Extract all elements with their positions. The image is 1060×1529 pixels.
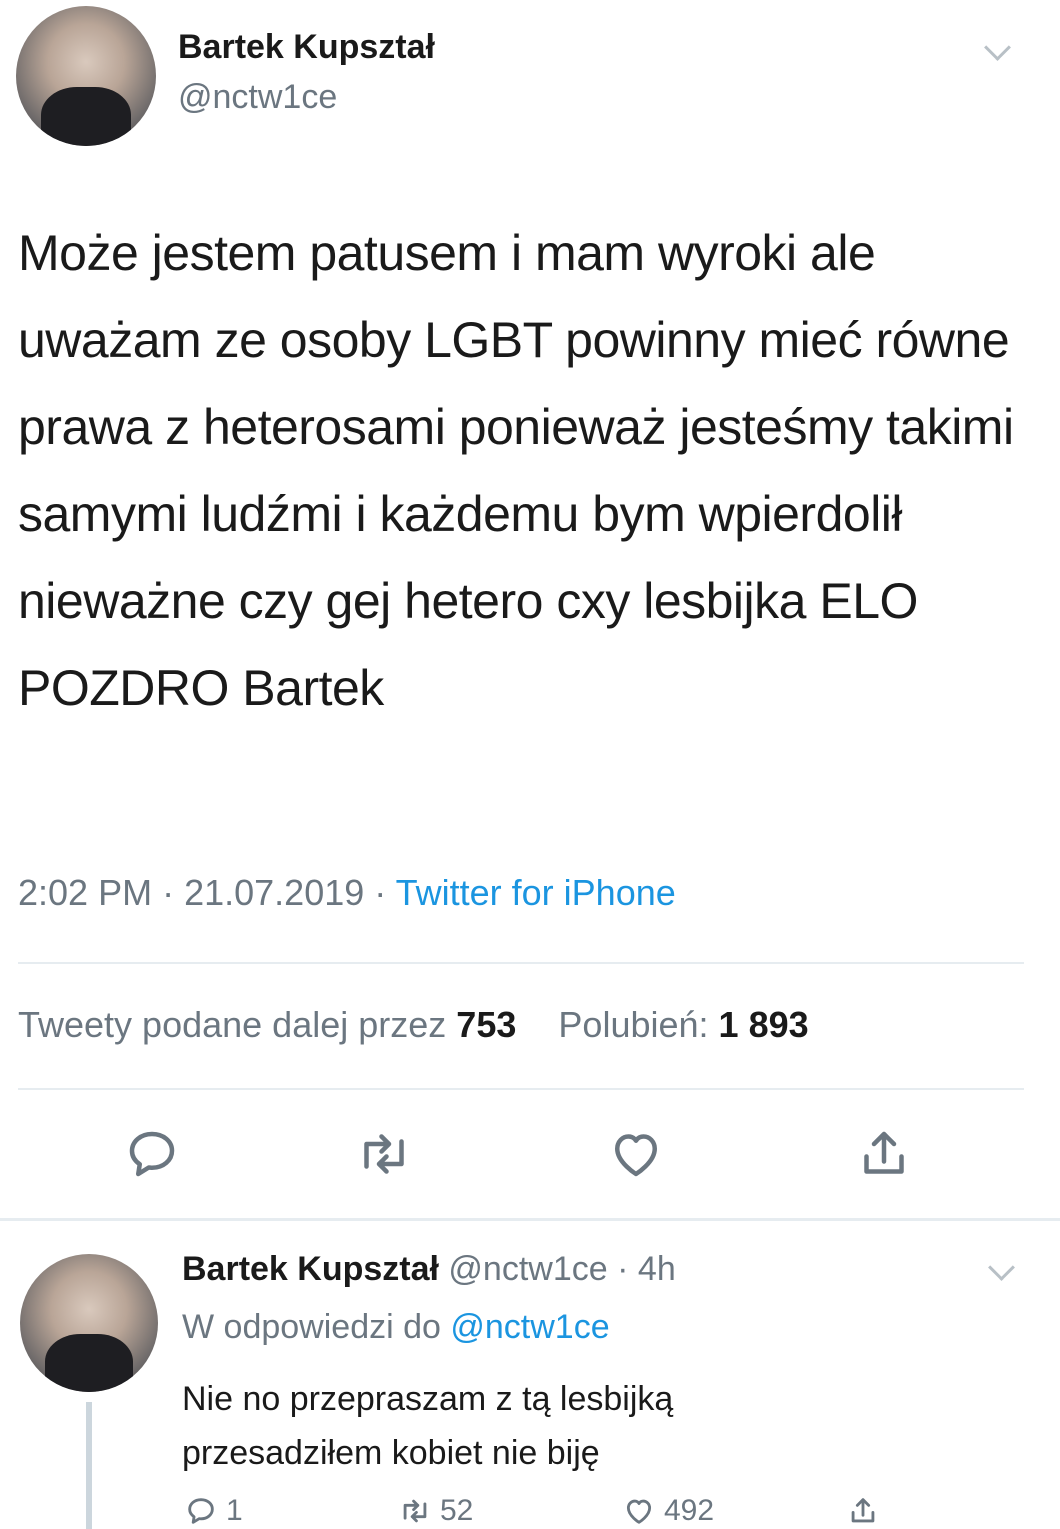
tweet-source-link[interactable]: Twitter for iPhone bbox=[396, 872, 676, 913]
reply-text-line: Nie no przepraszam z tą lesbijką bbox=[182, 1380, 674, 1418]
thread-line bbox=[86, 1402, 92, 1529]
author-handle[interactable]: @nctw1ce bbox=[178, 78, 337, 117]
reply-separator: · bbox=[617, 1250, 638, 1288]
reply-header: Bartek Kupształ @nctw1ce · 4h bbox=[182, 1250, 676, 1289]
meta-separator: · bbox=[374, 872, 396, 913]
likes-label[interactable]: Polubień: bbox=[558, 1004, 708, 1045]
likes-count[interactable]: 1 893 bbox=[719, 1004, 809, 1045]
tweet-text: Może jestem patusem i mam wyroki ale uwa… bbox=[18, 225, 1014, 716]
reply-share-button[interactable] bbox=[846, 1494, 880, 1528]
tweet-time: 2:02 PM bbox=[18, 872, 153, 913]
reply-age[interactable]: 4h bbox=[638, 1250, 676, 1288]
section-separator bbox=[0, 1218, 1060, 1221]
retweet-icon bbox=[403, 1499, 427, 1523]
in-reply-to: W odpowiedzi do @nctw1ce bbox=[182, 1308, 610, 1347]
reply-button[interactable] bbox=[120, 1122, 184, 1186]
reply-author-name[interactable]: Bartek Kupształ bbox=[182, 1250, 439, 1288]
author-name[interactable]: Bartek Kupształ bbox=[178, 28, 435, 67]
heart-icon bbox=[615, 1134, 657, 1177]
chevron-down-icon[interactable] bbox=[988, 1254, 1015, 1281]
share-button[interactable] bbox=[852, 1122, 916, 1186]
share-icon bbox=[851, 1498, 875, 1523]
tweet-stats: Tweety podane dalej przez 753 Polubień: … bbox=[18, 1004, 809, 1046]
reply-text-line: przesadziłem kobiet nie biję bbox=[182, 1434, 600, 1472]
tweet-date: 21.07.2019 bbox=[184, 872, 365, 913]
tweet-meta: 2:02 PM · 21.07.2019 · Twitter for iPhon… bbox=[18, 872, 676, 914]
in-reply-to-mention[interactable]: @nctw1ce bbox=[450, 1308, 609, 1346]
reply-icon bbox=[188, 1498, 214, 1524]
reply-retweet-button[interactable]: 52 bbox=[398, 1494, 473, 1528]
retweet-button[interactable] bbox=[352, 1122, 416, 1186]
reply-author-handle[interactable]: @nctw1ce bbox=[448, 1250, 607, 1288]
reply-icon bbox=[129, 1131, 175, 1177]
share-icon bbox=[864, 1131, 904, 1174]
reply-retweet-count: 52 bbox=[440, 1494, 474, 1527]
retweets-label[interactable]: Tweety podane dalej przez bbox=[18, 1004, 446, 1045]
retweet-icon bbox=[364, 1134, 404, 1174]
author-avatar[interactable] bbox=[16, 6, 156, 146]
reply-like-button[interactable]: 492 bbox=[622, 1494, 714, 1528]
in-reply-to-label: W odpowiedzi do bbox=[182, 1308, 441, 1346]
heart-icon bbox=[626, 1499, 652, 1524]
like-button[interactable] bbox=[604, 1122, 668, 1186]
reply-reply-button[interactable]: 1 bbox=[184, 1494, 243, 1528]
reply-like-count: 492 bbox=[664, 1494, 715, 1527]
reply-reply-count: 1 bbox=[226, 1494, 243, 1527]
divider bbox=[18, 962, 1024, 964]
reply-author-avatar[interactable] bbox=[20, 1254, 158, 1392]
reply-text: Nie no przepraszam z tą lesbijką przesad… bbox=[182, 1372, 673, 1480]
retweets-count[interactable]: 753 bbox=[456, 1004, 516, 1045]
meta-separator: · bbox=[162, 872, 185, 913]
chevron-down-icon[interactable] bbox=[984, 34, 1011, 61]
divider bbox=[18, 1088, 1024, 1090]
